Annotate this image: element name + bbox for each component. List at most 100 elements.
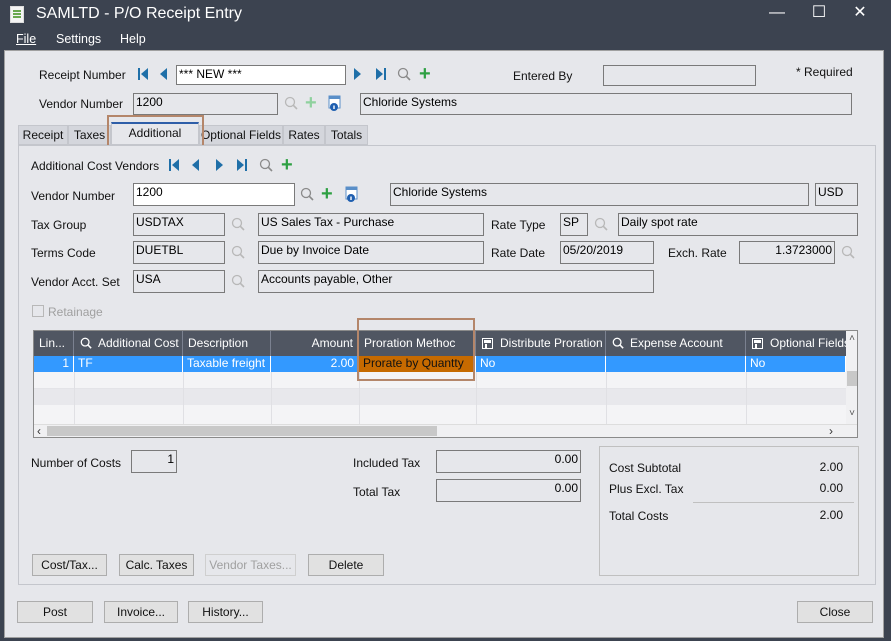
receipt-number-input[interactable]: *** NEW ***	[176, 65, 346, 85]
tab-receipt[interactable]: Receipt	[18, 125, 68, 145]
column-divider	[183, 372, 184, 424]
horizontal-scroll-thumb[interactable]	[47, 426, 437, 436]
number-of-costs-label: Number of Costs	[31, 456, 122, 470]
next-record-button[interactable]	[354, 68, 361, 80]
rate-type-label: Rate Type	[491, 218, 546, 232]
cost-subtotal-value: 2.00	[819, 460, 843, 474]
column-header-expense-account[interactable]: Expense Account	[606, 331, 746, 356]
history-button[interactable]: History...	[188, 601, 263, 623]
included-tax-field: 0.00	[436, 450, 581, 473]
calc-taxes-button[interactable]: Calc. Taxes	[119, 554, 194, 576]
column-header-amount[interactable]: Amount	[271, 331, 359, 356]
last-arrow-icon	[376, 68, 383, 80]
tab-taxes[interactable]: Taxes	[68, 125, 111, 145]
ac-vendor-search-icon[interactable]	[300, 187, 314, 201]
included-tax-label: Included Tax	[353, 456, 421, 470]
retainage-checkbox[interactable]	[32, 305, 44, 317]
cell-description[interactable]: Taxable freight	[183, 356, 271, 372]
previous-record-button[interactable]	[160, 68, 167, 80]
cell-distribute-proration[interactable]: No	[476, 356, 606, 372]
ac-previous-button[interactable]	[192, 159, 199, 171]
ac-new-icon[interactable]: +	[281, 155, 293, 175]
cost-tax-button[interactable]: Cost/Tax...	[32, 554, 107, 576]
total-costs-label: Total Costs	[609, 509, 669, 523]
cell-expense-account[interactable]	[606, 356, 746, 372]
plus-excl-tax-label: Plus Excl. Tax	[609, 482, 684, 496]
scroll-left-icon[interactable]: ‹	[37, 424, 41, 437]
ac-last-bar-icon	[245, 159, 247, 171]
ac-search-icon[interactable]	[259, 158, 273, 172]
cell-optional-fields[interactable]: No	[746, 356, 846, 372]
vendor-number-label: Vendor Number	[39, 97, 124, 111]
expense-account-search-icon[interactable]	[612, 337, 624, 349]
terms-code-search-icon[interactable]	[231, 245, 245, 259]
tab-rates[interactable]: Rates	[283, 125, 325, 145]
menu-settings[interactable]: Settings	[56, 32, 101, 46]
tax-group-search-icon[interactable]	[231, 217, 245, 231]
close-button[interactable]: Close	[797, 601, 873, 623]
vertical-scroll-thumb[interactable]	[847, 371, 857, 386]
vendor-taxes-button[interactable]: Vendor Taxes...	[205, 554, 296, 576]
cost-subtotal-label: Cost Subtotal	[609, 461, 682, 475]
column-header-distribute-proration[interactable]: Distribute Proration	[476, 331, 606, 356]
vendor-acct-set-search-icon[interactable]	[231, 274, 245, 288]
ac-first-arrow-icon	[172, 159, 179, 171]
receipt-new-icon[interactable]: +	[419, 64, 431, 84]
menu-file[interactable]: File	[16, 32, 36, 46]
maximize-button[interactable]: ☐	[804, 2, 834, 26]
column-divider	[74, 372, 75, 424]
rate-type-search-icon[interactable]	[594, 217, 608, 231]
distribute-proration-detail-icon[interactable]	[482, 338, 493, 349]
tab-totals[interactable]: Totals	[325, 125, 368, 145]
ac-next-button[interactable]	[216, 159, 223, 171]
ac-vendor-info-icon[interactable]	[345, 186, 359, 203]
plus-excl-tax-value: 0.00	[819, 481, 843, 495]
invoice-button[interactable]: Invoice...	[104, 601, 178, 623]
ac-vendor-new-icon[interactable]: +	[321, 184, 333, 204]
app-icon	[10, 6, 24, 23]
vendor-info-icon[interactable]	[328, 95, 342, 112]
column-header-line[interactable]: Lin...	[34, 331, 74, 356]
exch-rate-search-icon[interactable]	[841, 245, 855, 259]
cell-line[interactable]: 1	[34, 356, 74, 372]
vendor-acct-set-label: Vendor Acct. Set	[31, 275, 120, 289]
cell-additional-cost[interactable]: TF	[74, 356, 183, 372]
totals-divider	[693, 502, 854, 503]
exch-rate-field: 1.3723000	[739, 241, 835, 264]
table-row-empty[interactable]	[34, 389, 846, 405]
scroll-up-icon[interactable]: ˄	[847, 333, 857, 344]
column-header-description[interactable]: Description	[183, 331, 271, 356]
additional-cost-search-icon[interactable]	[80, 337, 92, 349]
total-tax-field: 0.00	[436, 479, 581, 502]
table-row-empty[interactable]	[34, 405, 846, 424]
ac-vendor-number-input[interactable]: 1200	[133, 183, 295, 206]
optional-fields-detail-icon[interactable]	[752, 338, 763, 349]
cell-amount[interactable]: 2.00	[271, 356, 359, 372]
tab-optional-fields[interactable]: Optional Fields	[199, 125, 283, 145]
scroll-right-icon[interactable]: ›	[829, 424, 833, 437]
terms-code-label: Terms Code	[31, 246, 96, 260]
ac-currency-field: USD	[815, 183, 858, 206]
tax-group-label: Tax Group	[31, 218, 87, 232]
minimize-button[interactable]: —	[762, 2, 792, 26]
receipt-number-label: Receipt Number	[39, 68, 126, 82]
vendor-new-icon[interactable]: +	[305, 93, 317, 113]
delete-button[interactable]: Delete	[308, 554, 384, 576]
rate-type-field: SP	[560, 213, 588, 236]
ac-vendor-number-label: Vendor Number	[31, 189, 116, 203]
column-divider	[746, 372, 747, 424]
window-title: SAMLTD - P/O Receipt Entry	[36, 5, 242, 22]
scroll-down-icon[interactable]: ˅	[847, 408, 857, 419]
tax-group-desc-field: US Sales Tax - Purchase	[258, 213, 484, 236]
receipt-search-icon[interactable]	[397, 67, 411, 81]
post-button[interactable]: Post	[17, 601, 93, 623]
rate-date-field: 05/20/2019	[560, 241, 654, 264]
column-divider	[476, 372, 477, 424]
column-divider	[271, 372, 272, 424]
ac-vendor-name-field: Chloride Systems	[390, 183, 809, 206]
vendor-search-icon[interactable]	[284, 96, 298, 110]
terms-code-desc-field: Due by Invoice Date	[258, 241, 484, 264]
menu-help[interactable]: Help	[120, 32, 146, 46]
close-window-button[interactable]: ✕	[845, 2, 875, 26]
total-tax-label: Total Tax	[353, 485, 401, 499]
